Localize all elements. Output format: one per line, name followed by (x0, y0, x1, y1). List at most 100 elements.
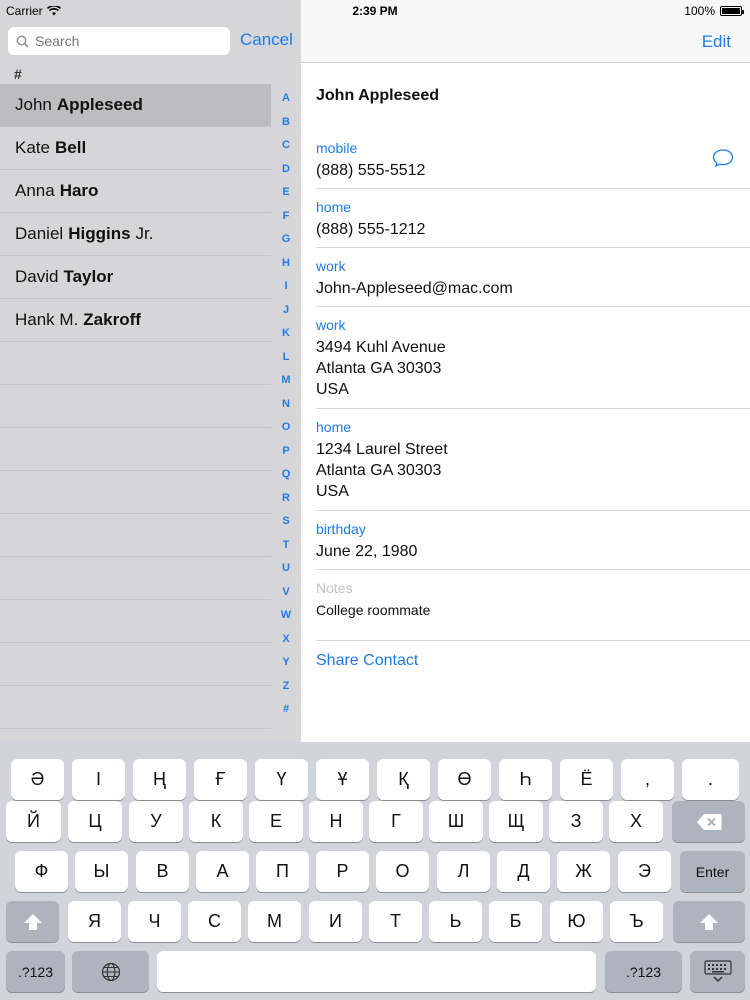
index-letter[interactable]: V (276, 583, 296, 607)
search-input[interactable] (35, 33, 215, 49)
key[interactable]: У (129, 801, 183, 842)
work-address-field[interactable]: work 3494 Kuhl Avenue Atlanta GA 30303 U… (316, 317, 750, 400)
index-letter[interactable]: Y (276, 653, 296, 677)
index-letter[interactable]: C (276, 136, 296, 160)
key[interactable]: Г (369, 801, 423, 842)
key[interactable]: Ы (75, 851, 128, 892)
key[interactable]: Ю (550, 901, 603, 942)
key[interactable]: Ғ (194, 759, 247, 800)
index-letter[interactable]: A (276, 89, 296, 113)
key[interactable]: Д (497, 851, 550, 892)
key[interactable]: Һ (499, 759, 552, 800)
index-letter[interactable]: K (276, 324, 296, 348)
index-letter[interactable]: I (276, 277, 296, 301)
key[interactable]: Қ (377, 759, 430, 800)
index-letter[interactable]: L (276, 348, 296, 372)
index-letter[interactable]: R (276, 489, 296, 513)
key[interactable]: . (682, 759, 739, 800)
notes-field[interactable]: Notes College roommate (316, 580, 750, 618)
message-icon[interactable] (711, 148, 735, 168)
index-letter[interactable]: X (276, 630, 296, 654)
key[interactable]: Ш (429, 801, 483, 842)
index-letter[interactable]: P (276, 442, 296, 466)
key[interactable]: Н (309, 801, 363, 842)
key[interactable]: Х (609, 801, 663, 842)
index-letter[interactable]: F (276, 207, 296, 231)
index-letter[interactable]: H (276, 254, 296, 278)
globe-key[interactable] (72, 951, 149, 992)
key[interactable]: Ь (429, 901, 482, 942)
index-letter[interactable]: M (276, 371, 296, 395)
contact-row[interactable]: Kate Bell (0, 127, 271, 170)
key[interactable]: Ө (438, 759, 491, 800)
email-field[interactable]: work John-Appleseed@mac.com (316, 258, 750, 299)
contact-row[interactable]: John Appleseed (0, 84, 271, 127)
key[interactable]: Й (6, 801, 61, 842)
key[interactable]: І (72, 759, 125, 800)
contact-row[interactable]: Anna Haro (0, 170, 271, 213)
key[interactable]: Э (618, 851, 671, 892)
key[interactable]: В (136, 851, 189, 892)
key[interactable]: А (196, 851, 249, 892)
key[interactable]: Ё (560, 759, 613, 800)
shift-key[interactable] (6, 901, 59, 942)
home-phone-field[interactable]: home (888) 555-1212 (316, 199, 750, 240)
index-letter[interactable]: G (276, 230, 296, 254)
key[interactable]: Ц (68, 801, 122, 842)
key[interactable]: П (256, 851, 309, 892)
index-letter[interactable]: Q (276, 465, 296, 489)
numbers-key-right[interactable]: .?123 (605, 951, 682, 992)
contact-row[interactable]: Daniel Higgins Jr. (0, 213, 271, 256)
index-letter[interactable]: S (276, 512, 296, 536)
contact-row[interactable]: Hank M. Zakroff (0, 299, 271, 342)
contact-row[interactable]: David Taylor (0, 256, 271, 299)
key[interactable]: Я (68, 901, 121, 942)
numbers-key[interactable]: .?123 (6, 951, 65, 992)
key[interactable]: Щ (489, 801, 543, 842)
home-address-field[interactable]: home 1234 Laurel Street Atlanta GA 30303… (316, 419, 750, 502)
key[interactable]: Ф (15, 851, 68, 892)
index-letter[interactable]: B (276, 113, 296, 137)
key[interactable]: З (549, 801, 603, 842)
index-letter[interactable]: U (276, 559, 296, 583)
backspace-key[interactable] (672, 801, 745, 842)
enter-key[interactable]: Enter (680, 851, 745, 892)
key[interactable]: Л (437, 851, 490, 892)
key[interactable]: С (188, 901, 241, 942)
dismiss-keyboard-key[interactable] (690, 951, 745, 992)
key[interactable]: Ъ (610, 901, 663, 942)
key[interactable]: И (309, 901, 362, 942)
key[interactable]: , (621, 759, 674, 800)
notes-label: Notes (316, 580, 353, 596)
index-letter[interactable]: W (276, 606, 296, 630)
key[interactable]: Б (489, 901, 542, 942)
key[interactable]: Ә (11, 759, 64, 800)
index-letter[interactable]: O (276, 418, 296, 442)
key[interactable]: Е (249, 801, 303, 842)
key[interactable]: Ұ (316, 759, 369, 800)
key[interactable]: Ң (133, 759, 186, 800)
key[interactable]: М (248, 901, 301, 942)
index-letter[interactable]: T (276, 536, 296, 560)
index-letter[interactable]: E (276, 183, 296, 207)
space-key[interactable] (157, 951, 596, 992)
search-bar[interactable] (8, 27, 230, 55)
cancel-button[interactable]: Cancel (240, 30, 293, 50)
key[interactable]: К (189, 801, 243, 842)
key[interactable]: Ж (557, 851, 610, 892)
key[interactable]: Ч (128, 901, 181, 942)
mobile-field[interactable]: mobile (888) 555-5512 (316, 140, 750, 181)
index-letter[interactable]: N (276, 395, 296, 419)
index-letter[interactable]: # (276, 700, 296, 724)
key[interactable]: О (376, 851, 429, 892)
key[interactable]: Р (316, 851, 369, 892)
shift-key-right[interactable] (673, 901, 745, 942)
key[interactable]: Т (369, 901, 422, 942)
index-letter[interactable]: J (276, 301, 296, 325)
index-letter[interactable]: D (276, 160, 296, 184)
key[interactable]: Ү (255, 759, 308, 800)
edit-button[interactable]: Edit (702, 32, 731, 52)
index-letter[interactable]: Z (276, 677, 296, 701)
share-contact-button[interactable]: Share Contact (316, 652, 418, 670)
section-index[interactable]: A B C D E F G H I J K L M N O P Q R S T U V W X Y Z # (276, 89, 296, 724)
